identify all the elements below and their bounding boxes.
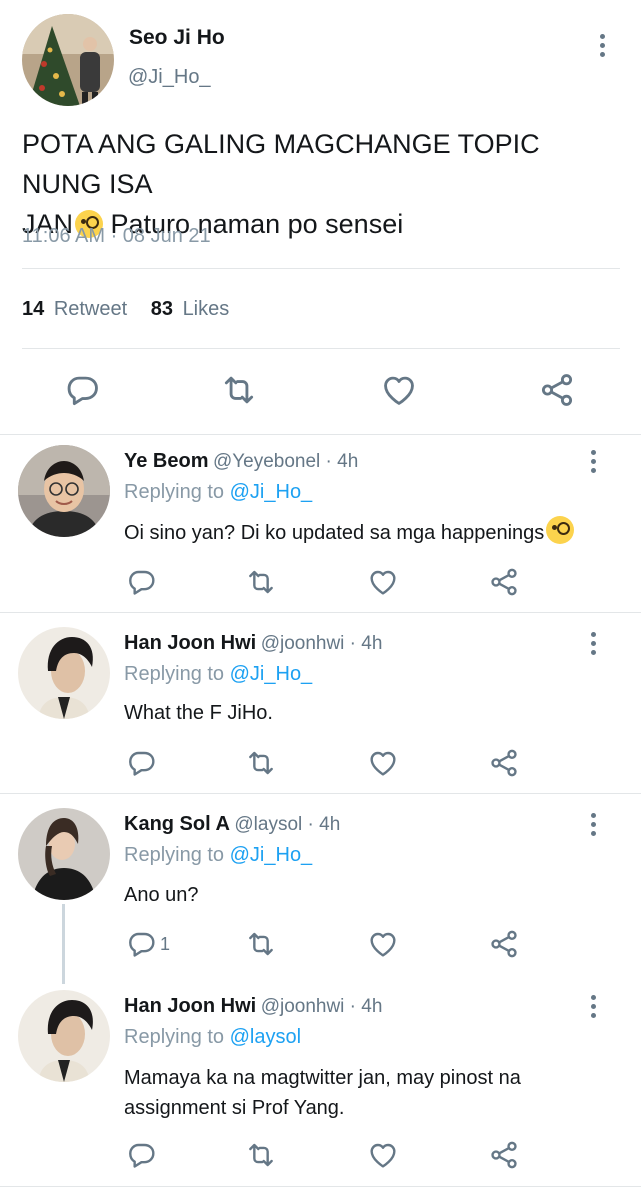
- reply-author-meta[interactable]: @laysol · 4h: [234, 814, 340, 835]
- share-icon[interactable]: [488, 928, 520, 960]
- reply-author-name[interactable]: Han Joon Hwi: [124, 632, 256, 654]
- replying-to-label: Replying to: [124, 481, 225, 503]
- monocle-face-emoji: [546, 516, 575, 544]
- reply-author-meta[interactable]: @joonhwi · 4h: [261, 996, 383, 1017]
- more-options-icon[interactable]: [591, 632, 597, 659]
- avatar[interactable]: [18, 990, 110, 1082]
- retweet-icon[interactable]: [245, 928, 277, 960]
- reply-icon[interactable]: [126, 928, 158, 960]
- author-name[interactable]: Seo Ji Ho: [129, 26, 225, 50]
- retweet-label[interactable]: Retweet: [54, 298, 127, 320]
- replying-to-label: Replying to: [124, 844, 225, 866]
- replying-to-label: Replying to: [124, 1026, 225, 1048]
- reply-icon[interactable]: [126, 566, 158, 598]
- like-icon[interactable]: [367, 928, 399, 960]
- like-icon[interactable]: [367, 566, 399, 598]
- avatar[interactable]: [18, 445, 110, 537]
- retweet-icon[interactable]: [220, 371, 258, 409]
- more-options-icon[interactable]: [600, 34, 606, 61]
- reply-header: Ye Beom @Yeyebonel · 4h: [124, 450, 358, 473]
- like-label[interactable]: Likes: [183, 298, 230, 320]
- reply-header: Han Joon Hwi @joonhwi · 4h: [124, 995, 382, 1018]
- replying-to: Replying to @Ji_Ho_: [124, 844, 312, 867]
- reply-author-meta[interactable]: @joonhwi · 4h: [261, 633, 383, 654]
- thread-line: [62, 904, 65, 984]
- author-handle[interactable]: @Ji_Ho_: [128, 66, 211, 89]
- replying-to-handle[interactable]: @Ji_Ho_: [230, 663, 313, 685]
- share-icon[interactable]: [488, 566, 520, 598]
- avatar[interactable]: [18, 627, 110, 719]
- replying-to: Replying to @Ji_Ho_: [124, 481, 312, 504]
- reply-header: Kang Sol A @laysol · 4h: [124, 813, 340, 836]
- reply-author-name[interactable]: Kang Sol A: [124, 813, 230, 835]
- divider: [0, 793, 641, 794]
- retweet-icon[interactable]: [245, 566, 277, 598]
- more-options-icon[interactable]: [591, 813, 597, 840]
- like-icon[interactable]: [380, 371, 418, 409]
- reply-count: 1: [160, 934, 171, 954]
- reply-author-name[interactable]: Han Joon Hwi: [124, 995, 256, 1017]
- tweet-text-line: POTA ANG GALING MAGCHANGE TOPIC NUNG ISA: [22, 129, 540, 199]
- divider: [22, 268, 620, 269]
- reply-icon[interactable]: [126, 1139, 158, 1171]
- replying-to-handle[interactable]: @Ji_Ho_: [230, 844, 313, 866]
- reply-text-line: Mamaya ka na magtwitter jan, may pinost …: [124, 1067, 521, 1089]
- share-icon[interactable]: [538, 371, 576, 409]
- more-options-icon[interactable]: [591, 450, 597, 477]
- retweet-count[interactable]: 14: [22, 298, 44, 320]
- retweet-icon[interactable]: [245, 747, 277, 779]
- divider: [0, 612, 641, 613]
- reply-text: Ano un?: [124, 884, 199, 906]
- reply-header: Han Joon Hwi @joonhwi · 4h: [124, 632, 382, 655]
- reply-text: What the F JiHo.: [124, 702, 273, 724]
- retweet-icon[interactable]: [245, 1139, 277, 1171]
- like-icon[interactable]: [367, 1139, 399, 1171]
- tweet-timestamp[interactable]: 11:06 AM · 08 Jun 21: [22, 225, 211, 248]
- reply-text: Oi sino yan? Di ko updated sa mga happen…: [124, 516, 575, 548]
- share-icon[interactable]: [488, 1139, 520, 1171]
- divider: [0, 1186, 641, 1187]
- divider: [0, 434, 641, 435]
- replying-to-label: Replying to: [124, 663, 225, 685]
- reply-text-line: assignment si Prof Yang.: [124, 1097, 345, 1119]
- replying-to: Replying to @laysol: [124, 1026, 301, 1049]
- like-icon[interactable]: [367, 747, 399, 779]
- avatar[interactable]: [22, 14, 114, 106]
- replying-to-handle[interactable]: @Ji_Ho_: [230, 481, 313, 503]
- like-count[interactable]: 83: [151, 298, 173, 320]
- replying-to-handle[interactable]: @laysol: [230, 1026, 301, 1048]
- reply-text: Mamaya ka na magtwitter jan, may pinost …: [124, 1063, 521, 1123]
- avatar[interactable]: [18, 808, 110, 900]
- reply-icon[interactable]: [64, 371, 102, 409]
- more-options-icon[interactable]: [591, 995, 597, 1022]
- replying-to: Replying to @Ji_Ho_: [124, 663, 312, 686]
- share-icon[interactable]: [488, 747, 520, 779]
- divider: [22, 348, 620, 349]
- reply-icon[interactable]: [126, 747, 158, 779]
- reply-author-meta[interactable]: @Yeyebonel · 4h: [213, 451, 358, 472]
- tweet-stats: 14 Retweet 83 Likes: [22, 298, 229, 321]
- reply-text-fragment: Oi sino yan? Di ko updated sa mga happen…: [124, 522, 545, 544]
- reply-author-name[interactable]: Ye Beom: [124, 450, 208, 472]
